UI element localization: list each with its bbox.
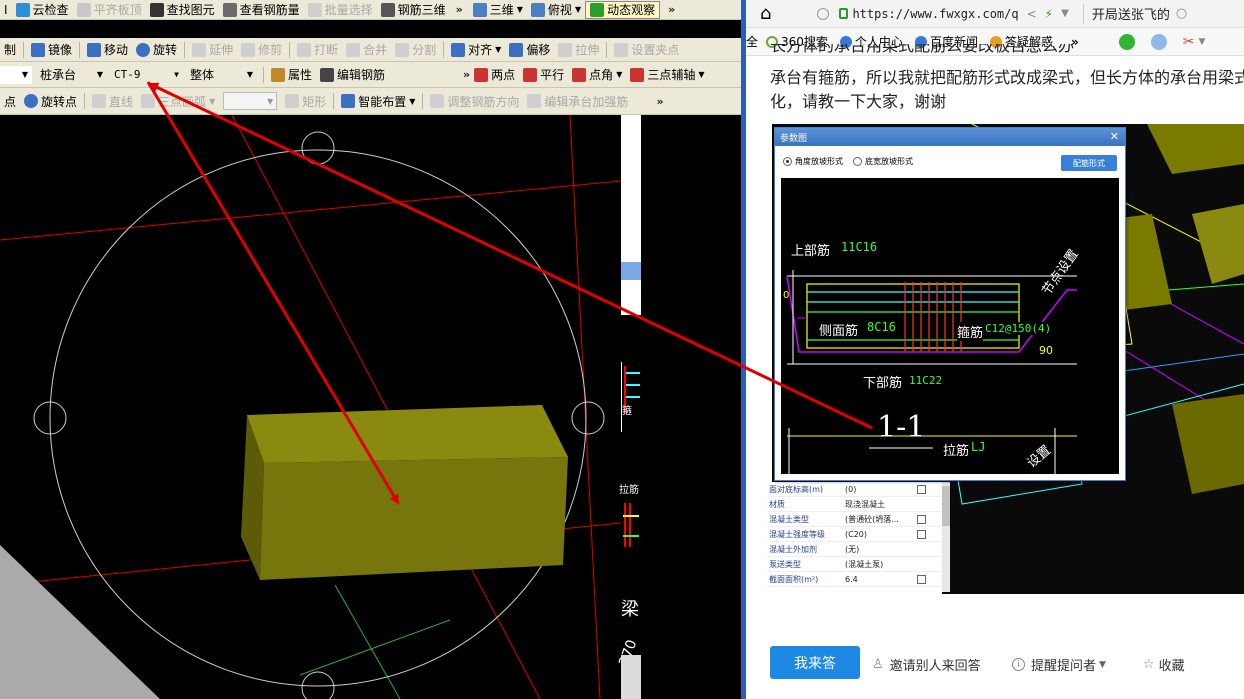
remind-asker-link[interactable]: i 提醒提问者 ▼ xyxy=(1012,655,1106,674)
annotation-arrows xyxy=(146,81,873,505)
info-icon: i xyxy=(1012,658,1025,671)
invite-answer-link[interactable]: ♙ 邀请别人来回答 xyxy=(872,655,981,674)
star-icon: ☆ xyxy=(1143,657,1155,672)
arrow-to-pile-cap xyxy=(146,81,400,505)
user-icon: ♙ xyxy=(872,657,884,672)
answer-button[interactable]: 我来答 xyxy=(770,646,860,679)
chevron-down-icon: ▼ xyxy=(1099,659,1106,670)
arrow-to-element-select xyxy=(148,82,873,430)
favorite-link[interactable]: ☆ 收藏 xyxy=(1143,655,1185,674)
